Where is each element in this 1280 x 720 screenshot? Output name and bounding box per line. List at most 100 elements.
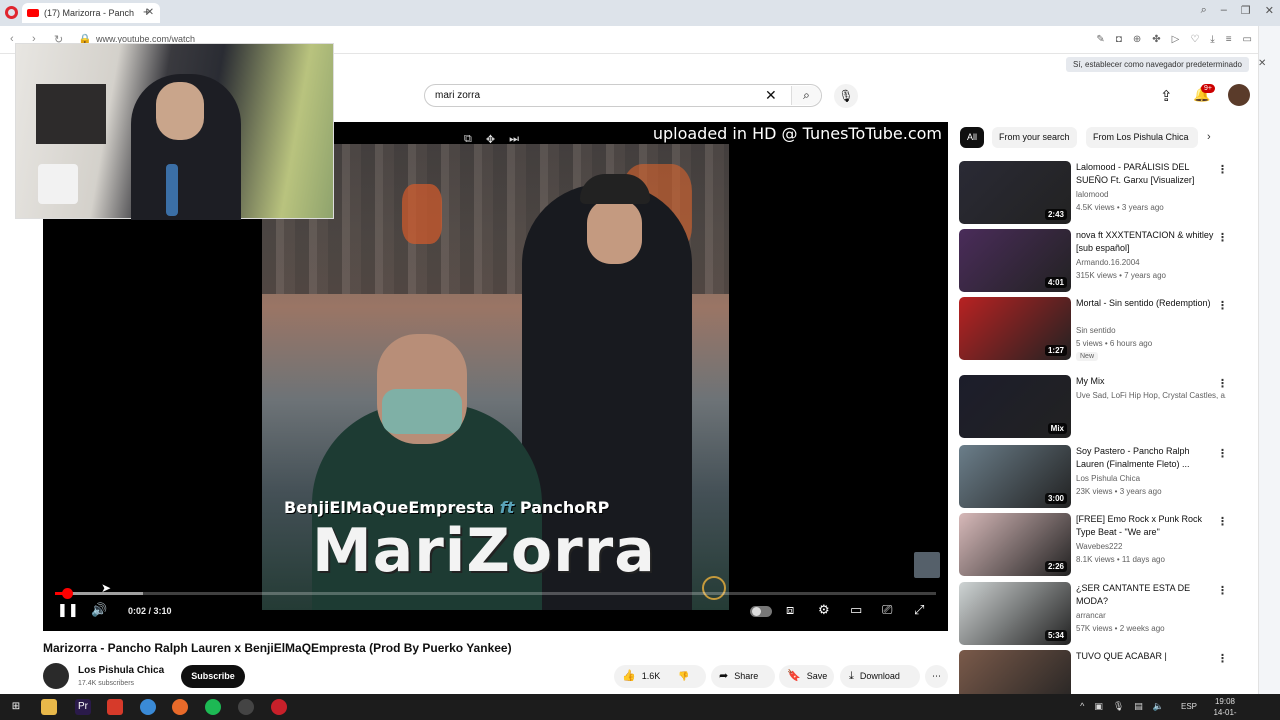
back-icon[interactable]: ‹ bbox=[10, 33, 14, 45]
related-title[interactable]: nova ft XXXTENTACION & whitley [sub espa… bbox=[1076, 229, 1216, 255]
edit-icon[interactable]: ✎ bbox=[1096, 34, 1104, 45]
browser-tab[interactable]: (17) Marizorra - Panch ✕ bbox=[22, 3, 160, 23]
new-tab-icon[interactable]: + bbox=[143, 4, 155, 19]
settings-gear-icon[interactable]: ⚙ bbox=[818, 602, 830, 618]
related-channel[interactable]: arrancar bbox=[1076, 611, 1226, 620]
save-button[interactable]: 🔖 Save bbox=[779, 665, 834, 688]
related-title[interactable]: Lalomood - PARÁLISIS DEL SUEÑO Ft. Garxu… bbox=[1076, 161, 1216, 187]
related-channel[interactable]: Uve Sad, LoFi Hip Hop, Crystal Castles, … bbox=[1076, 391, 1226, 400]
create-icon[interactable]: ⇪ bbox=[1160, 87, 1173, 105]
opera-logo-icon[interactable] bbox=[5, 6, 18, 19]
chip-from-channel[interactable]: From Los Pishula Chica bbox=[1086, 127, 1198, 148]
related-channel[interactable]: Sin sentido bbox=[1076, 326, 1226, 335]
related-video-item[interactable]: 4:01 nova ft XXXTENTACION & whitley [sub … bbox=[959, 229, 1229, 293]
search-button[interactable]: ⌕ bbox=[791, 86, 821, 105]
clock[interactable]: 19:08 14-01-2026 bbox=[1205, 696, 1245, 720]
related-title[interactable]: Mortal - Sin sentido (Redemption) bbox=[1076, 297, 1216, 310]
pause-icon[interactable]: ❚❚ bbox=[57, 602, 79, 618]
related-thumbnail[interactable]: 2:26 bbox=[959, 513, 1071, 576]
related-title[interactable]: TUVO QUE ACABAR | bbox=[1076, 650, 1216, 663]
obs-icon[interactable] bbox=[238, 699, 254, 715]
related-channel[interactable]: Wavebes222 bbox=[1076, 542, 1226, 551]
camera-icon[interactable]: ◘ bbox=[1116, 34, 1122, 45]
language-indicator[interactable]: ESP bbox=[1181, 702, 1197, 711]
premiere-icon[interactable]: Pr bbox=[75, 699, 91, 715]
more-options-icon[interactable]: ⋮ bbox=[1217, 447, 1228, 460]
tray-volume-icon[interactable]: 🔈 bbox=[1153, 701, 1164, 712]
channel-name[interactable]: Los Pishula Chica bbox=[78, 665, 164, 676]
channel-avatar[interactable] bbox=[43, 663, 69, 689]
volume-icon[interactable]: 🔊 bbox=[91, 602, 107, 618]
move-icon[interactable]: ✥ bbox=[486, 133, 495, 146]
captions-icon[interactable]: ⧈ bbox=[786, 602, 794, 618]
more-options-icon[interactable]: ⋮ bbox=[1217, 652, 1228, 665]
windows-start-icon[interactable]: ⊞ bbox=[8, 699, 24, 715]
menu-icon[interactable]: ≡ bbox=[1226, 34, 1232, 45]
more-options-icon[interactable]: ⋮ bbox=[1217, 515, 1228, 528]
related-title[interactable]: ¿SER CANTANTE ESTA DE MODA? bbox=[1076, 582, 1216, 608]
share-button[interactable]: ➦ Share bbox=[711, 665, 775, 688]
more-options-icon[interactable]: ⋮ bbox=[1217, 231, 1228, 244]
search-input[interactable]: mari zorra bbox=[435, 90, 480, 101]
miniplayer-icon[interactable]: ⧉ bbox=[464, 133, 472, 146]
more-options-icon[interactable]: ⋮ bbox=[1217, 584, 1228, 597]
chrome-icon[interactable] bbox=[140, 699, 156, 715]
more-options-icon[interactable]: ⋮ bbox=[1217, 299, 1228, 312]
related-channel[interactable]: Armando.16.2004 bbox=[1076, 258, 1226, 267]
related-video-item[interactable]: 2:26 [FREE] Emo Rock x Punk Rock Type Bea… bbox=[959, 513, 1229, 577]
related-video-item[interactable]: 3:00 Soy Pastero - Pancho Ralph Lauren (F… bbox=[959, 445, 1229, 509]
fullscreen-icon[interactable]: ⤢ bbox=[914, 602, 924, 618]
snapshot-icon[interactable]: ▭ bbox=[1243, 34, 1252, 45]
related-title[interactable]: [FREE] Emo Rock x Punk Rock Type Beat - … bbox=[1076, 513, 1216, 539]
tray-mic-icon[interactable]: 🎙 bbox=[1113, 701, 1124, 712]
opera-taskbar-icon[interactable] bbox=[271, 699, 287, 715]
related-thumbnail[interactable]: 3:00 bbox=[959, 445, 1071, 508]
window-close-icon[interactable]: ✕ bbox=[1265, 4, 1274, 17]
related-thumbnail[interactable]: 4:01 bbox=[959, 229, 1071, 292]
progress-bar[interactable] bbox=[55, 588, 936, 599]
tray-app-icon[interactable]: ▣ bbox=[1094, 701, 1103, 712]
like-count[interactable]: 1.6K bbox=[642, 671, 661, 681]
chip-from-search[interactable]: From your search bbox=[992, 127, 1077, 148]
play-icon[interactable]: ▷ bbox=[1172, 34, 1180, 45]
zoom-icon[interactable]: ⊕ bbox=[1133, 34, 1141, 45]
file-explorer-icon[interactable] bbox=[41, 699, 57, 715]
related-thumbnail[interactable]: 2:43 bbox=[959, 161, 1071, 224]
cast-icon[interactable]: ⎚ bbox=[882, 602, 892, 618]
progress-scrubber[interactable] bbox=[61, 588, 73, 599]
set-default-browser-button[interactable]: Sí, establecer como navegador predetermi… bbox=[1066, 57, 1249, 72]
related-thumbnail[interactable]: Mix bbox=[959, 375, 1071, 438]
more-options-icon[interactable]: ⋮ bbox=[1217, 163, 1228, 176]
like-icon[interactable]: 👍 bbox=[622, 670, 636, 682]
related-video-item[interactable]: 2:43 Lalomood - PARÁLISIS DEL SUEÑO Ft. G… bbox=[959, 161, 1229, 225]
spotify-icon[interactable] bbox=[205, 699, 221, 715]
download-button[interactable]: ⤓ Download bbox=[840, 665, 920, 688]
subscribe-button[interactable]: Subscribe bbox=[181, 665, 245, 688]
more-options-icon[interactable]: ⋮ bbox=[1217, 377, 1228, 390]
more-actions-icon[interactable]: ⋯ bbox=[925, 665, 948, 688]
minimize-icon[interactable]: – bbox=[1221, 4, 1227, 17]
clear-search-icon[interactable]: ✕ bbox=[765, 87, 777, 104]
related-video-item[interactable]: Mix My Mix Uve Sad, LoFi Hip Hop, Crystal … bbox=[959, 375, 1229, 439]
related-thumbnail[interactable]: 5:34 bbox=[959, 582, 1071, 645]
related-title[interactable]: My Mix bbox=[1076, 375, 1216, 388]
related-title[interactable]: Soy Pastero - Pancho Ralph Lauren (Final… bbox=[1076, 445, 1216, 471]
brave-icon[interactable] bbox=[107, 699, 123, 715]
heart-icon[interactable]: ♡ bbox=[1190, 34, 1199, 45]
related-channel[interactable]: lalomood bbox=[1076, 190, 1226, 199]
account-avatar[interactable] bbox=[1228, 84, 1250, 106]
related-channel[interactable]: Los Pishula Chica bbox=[1076, 474, 1226, 483]
banner-close-icon[interactable]: ✕ bbox=[1258, 58, 1266, 69]
endscreen-element[interactable] bbox=[914, 552, 940, 578]
related-video-item[interactable]: 5:34 ¿SER CANTANTE ESTA DE MODA? arrancar 5… bbox=[959, 582, 1229, 646]
search-tabs-icon[interactable]: ⌕ bbox=[1201, 4, 1207, 17]
extension-icon[interactable]: ✤ bbox=[1152, 34, 1160, 45]
theater-mode-icon[interactable]: ▭ bbox=[850, 602, 862, 618]
related-thumbnail[interactable]: 1:27 bbox=[959, 297, 1071, 360]
firefox-icon[interactable] bbox=[172, 699, 188, 715]
tray-expand-icon[interactable]: ^ bbox=[1080, 701, 1084, 712]
chips-next-icon[interactable]: › bbox=[1207, 131, 1211, 143]
chip-all[interactable]: All bbox=[960, 127, 985, 148]
next-video-icon[interactable]: ⏭ bbox=[509, 133, 519, 146]
maximize-icon[interactable]: ❐ bbox=[1241, 4, 1251, 17]
